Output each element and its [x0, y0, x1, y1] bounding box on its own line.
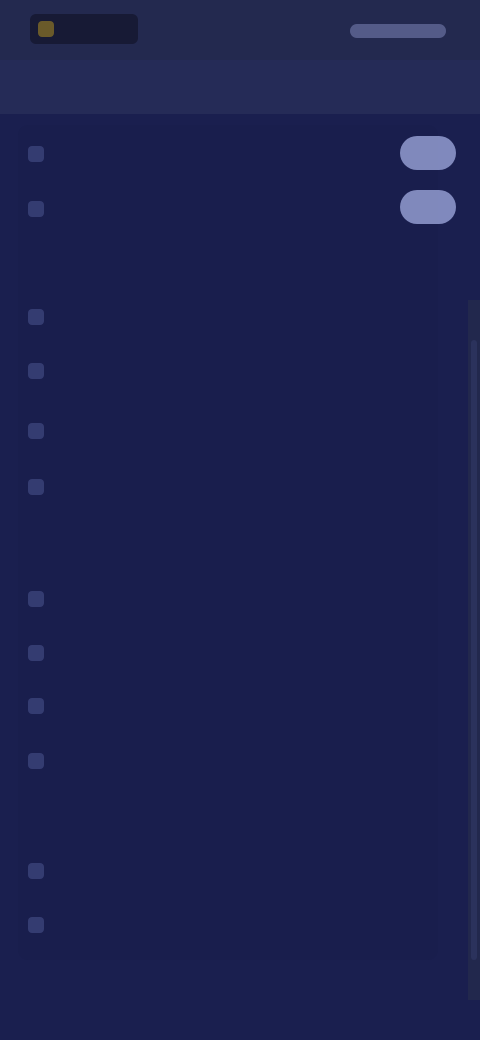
menu-item-icon [28, 423, 44, 439]
scrollbar[interactable] [468, 300, 480, 1000]
menu-item-7[interactable] [28, 586, 228, 612]
menu-item-3[interactable] [28, 304, 228, 330]
menu-item-icon [28, 917, 44, 933]
menu-item-12[interactable] [28, 912, 228, 938]
menu-item-icon [28, 363, 44, 379]
menu-item-9[interactable] [28, 693, 228, 719]
app-logo[interactable] [30, 14, 138, 44]
menu-item-11[interactable] [28, 858, 228, 884]
floating-button-2[interactable] [400, 190, 456, 224]
top-bar [0, 0, 480, 60]
menu-item-6[interactable] [28, 474, 228, 500]
menu-item-icon [28, 863, 44, 879]
scroll-thumb[interactable] [471, 340, 477, 960]
menu-item-8[interactable] [28, 640, 228, 666]
menu-item-icon [28, 201, 44, 217]
menu-item-icon [28, 309, 44, 325]
menu-item-icon [28, 698, 44, 714]
menu-panel [18, 125, 438, 960]
floating-button-1[interactable] [400, 136, 456, 170]
menu-item-1[interactable] [28, 141, 228, 167]
top-action-button[interactable] [350, 24, 446, 38]
menu-item-4[interactable] [28, 358, 228, 384]
tab-bar [0, 60, 480, 114]
menu-item-icon [28, 591, 44, 607]
menu-item-10[interactable] [28, 748, 228, 774]
tab-primary[interactable] [12, 76, 132, 98]
menu-item-icon [28, 753, 44, 769]
menu-item-icon [28, 645, 44, 661]
menu-item-icon [28, 479, 44, 495]
logo-icon [38, 21, 54, 37]
menu-item-2[interactable] [28, 196, 228, 222]
menu-item-icon [28, 146, 44, 162]
menu-item-5[interactable] [28, 418, 228, 444]
tab-secondary[interactable] [198, 76, 288, 98]
